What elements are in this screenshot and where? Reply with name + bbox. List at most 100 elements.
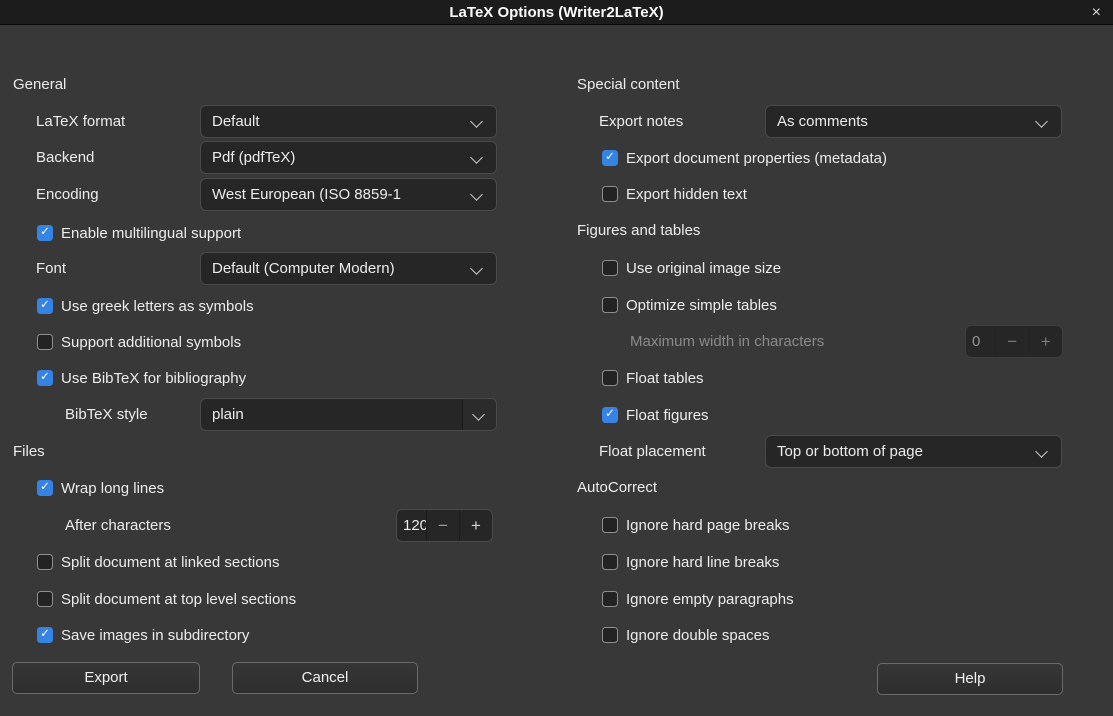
after-characters-label: After characters <box>65 509 171 542</box>
checkbox-label: Float figures <box>626 407 709 424</box>
checkbox-row-ignore-double-spaces[interactable]: ✓ Ignore double spaces <box>602 626 769 644</box>
checkbox[interactable]: ✓ <box>37 591 53 607</box>
export-notes-dropdown[interactable]: As comments <box>765 105 1062 138</box>
max-width-spinner: 0 − + <box>965 325 1063 358</box>
checkbox[interactable]: ✓ <box>37 298 53 314</box>
font-dropdown[interactable]: Default (Computer Modern) <box>200 252 497 285</box>
spinner-value[interactable]: 120 <box>397 510 426 541</box>
plus-icon[interactable]: + <box>459 510 492 541</box>
checkbox-row-optimize-tables[interactable]: ✓ Optimize simple tables <box>602 296 777 314</box>
checkbox-label: Split document at top level sections <box>61 591 296 608</box>
encoding-dropdown[interactable]: West European (ISO 8859-1 <box>200 178 497 211</box>
section-header-special-content: Special content <box>577 75 680 95</box>
checkbox-label: Ignore hard line breaks <box>626 554 779 571</box>
row-latex-format: LaTeX format Default <box>13 105 497 138</box>
checkbox-row-float-tables[interactable]: ✓ Float tables <box>602 369 704 387</box>
encoding-label: Encoding <box>36 178 99 211</box>
checkbox-row-split-linked[interactable]: ✓ Split document at linked sections <box>37 553 279 571</box>
backend-label: Backend <box>36 141 94 174</box>
row-bibtex-style: BibTeX style plain <box>13 398 497 431</box>
check-icon: ✓ <box>40 227 50 239</box>
row-float-placement: Float placement Top or bottom of page <box>577 435 1063 468</box>
checkbox[interactable]: ✓ <box>602 517 618 533</box>
bibtex-style-label: BibTeX style <box>65 398 148 431</box>
checkbox-row-additional-symbols[interactable]: ✓ Support additional symbols <box>37 333 241 351</box>
checkbox[interactable]: ✓ <box>602 591 618 607</box>
checkbox-row-save-images[interactable]: ✓ Save images in subdirectory <box>37 626 249 644</box>
checkbox[interactable]: ✓ <box>602 297 618 313</box>
check-icon: ✓ <box>605 152 615 164</box>
checkbox-label: Use BibTeX for bibliography <box>61 370 246 387</box>
row-export-notes: Export notes As comments <box>577 105 1063 138</box>
checkbox[interactable]: ✓ <box>37 370 53 386</box>
dropdown-value: Top or bottom of page <box>777 436 1027 467</box>
close-icon[interactable]: × <box>1092 1 1101 24</box>
checkbox-label: Save images in subdirectory <box>61 627 249 644</box>
dropdown-arrow-button[interactable] <box>462 399 496 430</box>
checkbox[interactable]: ✓ <box>37 627 53 643</box>
checkbox-label: Export hidden text <box>626 186 747 203</box>
backend-dropdown[interactable]: Pdf (pdfTeX) <box>200 141 497 174</box>
section-header-autocorrect: AutoCorrect <box>577 478 657 498</box>
checkbox-row-wrap-long-lines[interactable]: ✓ Wrap long lines <box>37 479 164 497</box>
checkbox[interactable]: ✓ <box>602 370 618 386</box>
checkbox-row-export-hidden[interactable]: ✓ Export hidden text <box>602 185 747 203</box>
checkbox-row-use-bibtex[interactable]: ✓ Use BibTeX for bibliography <box>37 369 246 387</box>
font-label: Font <box>36 252 66 285</box>
row-after-characters: After characters 120 − + <box>13 509 497 542</box>
checkbox-row-greek-letters[interactable]: ✓ Use greek letters as symbols <box>37 297 254 315</box>
chevron-down-icon <box>470 115 483 128</box>
plus-icon: + <box>1029 326 1063 357</box>
after-characters-spinner[interactable]: 120 − + <box>396 509 493 542</box>
section-header-figures-tables: Figures and tables <box>577 221 700 241</box>
float-placement-dropdown[interactable]: Top or bottom of page <box>765 435 1062 468</box>
checkbox-label: Use greek letters as symbols <box>61 298 254 315</box>
checkbox-label: Optimize simple tables <box>626 297 777 314</box>
checkbox-label: Wrap long lines <box>61 480 164 497</box>
checkbox-row-original-size[interactable]: ✓ Use original image size <box>602 259 781 277</box>
checkbox[interactable]: ✓ <box>602 554 618 570</box>
checkbox-label: Support additional symbols <box>61 334 241 351</box>
dropdown-value: Default <box>212 106 462 137</box>
checkbox-row-ignore-empty-paragraphs[interactable]: ✓ Ignore empty paragraphs <box>602 590 794 608</box>
checkbox-row-export-properties[interactable]: ✓ Export document properties (metadata) <box>602 149 887 167</box>
chevron-down-icon <box>470 151 483 164</box>
checkbox[interactable]: ✓ <box>602 407 618 423</box>
cancel-button[interactable]: Cancel <box>232 662 418 694</box>
checkbox-row-multilingual[interactable]: ✓ Enable multilingual support <box>37 224 241 242</box>
checkbox[interactable]: ✓ <box>37 480 53 496</box>
row-encoding: Encoding West European (ISO 8859-1 <box>13 178 497 211</box>
float-placement-label: Float placement <box>599 435 706 468</box>
checkbox-row-split-top-level[interactable]: ✓ Split document at top level sections <box>37 590 296 608</box>
checkbox-row-float-figures[interactable]: ✓ Float figures <box>602 406 709 424</box>
checkbox[interactable]: ✓ <box>602 260 618 276</box>
spinner-value: 0 <box>966 326 995 357</box>
minus-icon: − <box>995 326 1029 357</box>
checkbox-row-ignore-page-breaks[interactable]: ✓ Ignore hard page breaks <box>602 516 789 534</box>
dropdown-value: As comments <box>777 106 1027 137</box>
latex-format-dropdown[interactable]: Default <box>200 105 497 138</box>
checkbox[interactable]: ✓ <box>37 225 53 241</box>
checkbox[interactable]: ✓ <box>37 334 53 350</box>
checkbox-label: Float tables <box>626 370 704 387</box>
section-header-general: General <box>13 75 66 95</box>
checkbox-row-ignore-line-breaks[interactable]: ✓ Ignore hard line breaks <box>602 553 779 571</box>
export-button[interactable]: Export <box>12 662 200 694</box>
checkbox[interactable]: ✓ <box>602 186 618 202</box>
max-width-label: Maximum width in characters <box>630 325 824 358</box>
dropdown-value: Default (Computer Modern) <box>212 253 462 284</box>
bibtex-style-combobox[interactable]: plain <box>200 398 497 431</box>
check-icon: ✓ <box>40 629 50 641</box>
chevron-down-icon <box>1035 115 1048 128</box>
checkbox[interactable]: ✓ <box>37 554 53 570</box>
row-max-width: Maximum width in characters 0 − + <box>577 325 1063 358</box>
checkbox[interactable]: ✓ <box>602 627 618 643</box>
checkbox-label: Enable multilingual support <box>61 225 241 242</box>
right-column: Special content Export notes As comments… <box>577 25 1063 665</box>
help-button[interactable]: Help <box>877 663 1063 695</box>
minus-icon[interactable]: − <box>426 510 459 541</box>
dialog-title: LaTeX Options (Writer2LaTeX) <box>449 4 663 21</box>
section-header-files: Files <box>13 442 45 462</box>
left-column: General LaTeX format Default Backend Pdf… <box>13 25 497 665</box>
checkbox[interactable]: ✓ <box>602 150 618 166</box>
